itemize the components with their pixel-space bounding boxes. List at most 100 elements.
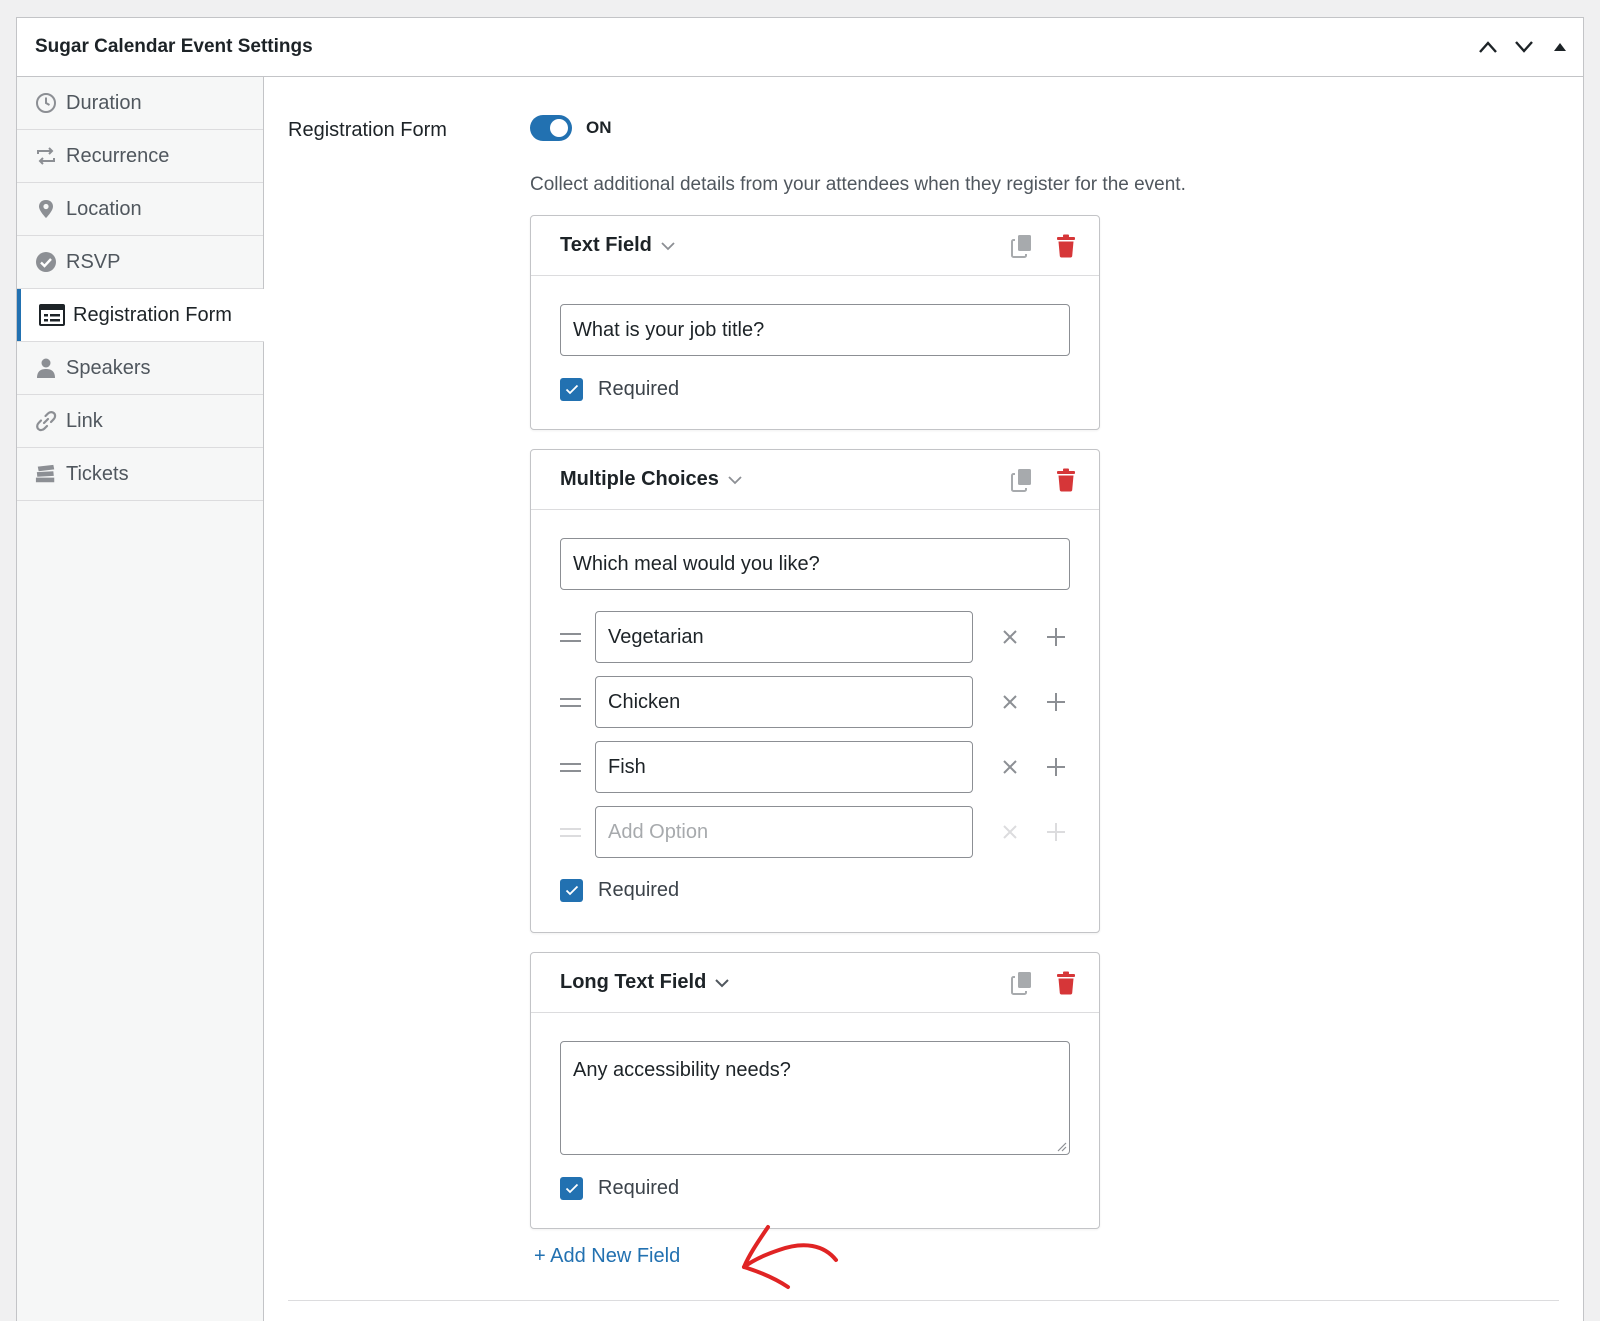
duplicate-field-button[interactable] (1009, 233, 1035, 259)
copy-icon (1011, 235, 1031, 258)
option-input[interactable]: Vegetarian (595, 611, 973, 663)
field-actions (1009, 467, 1079, 493)
sidebar-item-label: Recurrence (66, 144, 170, 167)
sidebar-item-duration[interactable]: Duration (17, 77, 263, 130)
delete-field-button[interactable] (1053, 467, 1079, 493)
drag-handle-icon[interactable] (560, 697, 582, 707)
field-card-body: Any accessibility needs? Required (531, 1013, 1099, 1200)
field-type-label: Long Text Field (560, 971, 707, 993)
toggle-knob (550, 119, 568, 137)
sidebar-item-link[interactable]: Link (17, 395, 263, 448)
move-down-button[interactable] (1509, 32, 1539, 62)
chevron-down-icon (1515, 41, 1533, 53)
duplicate-field-button[interactable] (1009, 970, 1035, 996)
person-icon (35, 357, 57, 379)
drag-handle-icon[interactable] (560, 632, 582, 642)
clock-icon (35, 92, 57, 114)
field-actions (1009, 970, 1079, 996)
required-label: Required (598, 1177, 680, 1199)
move-up-button[interactable] (1473, 32, 1503, 62)
chevron-down-icon (714, 978, 730, 988)
question-input[interactable]: What is your job title? (560, 304, 1070, 356)
field-card-body: Which meal would you like? Vegetarian Ch… (531, 510, 1099, 933)
event-settings-metabox: Sugar Calendar Event Settings Duration R… (16, 17, 1584, 1321)
tickets-icon (35, 463, 57, 485)
add-option-button[interactable] (1043, 624, 1069, 650)
chevron-down-icon (660, 241, 676, 251)
check-circle-icon (35, 251, 57, 273)
field-type-dropdown[interactable]: Text Field (560, 234, 676, 257)
required-checkbox[interactable] (560, 879, 583, 902)
sidebar-item-registration-form[interactable]: Registration Form (17, 289, 264, 342)
triangle-up-icon (1554, 43, 1566, 51)
metabox-controls (1473, 32, 1575, 62)
remove-option-button[interactable] (997, 754, 1023, 780)
registration-form-label: Registration Form (288, 119, 447, 141)
registration-toggle[interactable] (530, 115, 572, 141)
plus-icon (1047, 693, 1065, 711)
sidebar-item-label: Duration (66, 91, 142, 114)
section-divider (288, 1300, 1559, 1301)
delete-field-button[interactable] (1053, 970, 1079, 996)
question-input[interactable]: Which meal would you like? (560, 538, 1070, 590)
sidebar-item-location[interactable]: Location (17, 183, 263, 236)
field-type-label: Multiple Choices (560, 468, 719, 490)
option-row: Fish (560, 741, 1069, 793)
field-type-dropdown[interactable]: Multiple Choices (560, 468, 743, 491)
trash-icon (1057, 971, 1075, 995)
required-row: Required (560, 879, 679, 902)
delete-field-button[interactable] (1053, 233, 1079, 259)
copy-icon (1011, 972, 1031, 995)
checkmark-icon (565, 384, 578, 395)
repeat-icon (35, 145, 57, 167)
required-checkbox[interactable] (560, 378, 583, 401)
field-type-label: Text Field (560, 234, 652, 256)
required-label: Required (598, 378, 680, 400)
form-icon (39, 304, 65, 326)
sidebar-item-rsvp[interactable]: RSVP (17, 236, 263, 289)
trash-icon (1057, 234, 1075, 258)
chevron-down-icon (727, 475, 743, 485)
add-option-button[interactable] (1043, 689, 1069, 715)
annotation-arrow-icon (742, 1225, 838, 1289)
option-input[interactable]: Chicken (595, 676, 973, 728)
sidebar-item-label: Link (66, 409, 103, 432)
link-icon (35, 410, 57, 432)
sidebar-item-label: Tickets (66, 462, 129, 485)
collapse-toggle-button[interactable] (1545, 32, 1575, 62)
option-row: Chicken (560, 676, 1069, 728)
drag-handle-icon (560, 827, 582, 837)
question-text: Any accessibility needs? (573, 1059, 791, 1081)
resize-handle-icon[interactable] (1055, 1140, 1067, 1152)
registration-description: Collect additional details from your att… (530, 174, 1186, 195)
toggle-state-label: ON (586, 118, 612, 137)
sidebar-item-tickets[interactable]: Tickets (17, 448, 263, 501)
plus-icon (1047, 758, 1065, 776)
sidebar-item-recurrence[interactable]: Recurrence (17, 130, 263, 183)
field-type-dropdown[interactable]: Long Text Field (560, 971, 730, 994)
sidebar-item-speakers[interactable]: Speakers (17, 342, 263, 395)
field-card-body: What is your job title? Required (531, 276, 1099, 401)
settings-sidebar: Duration Recurrence Location RSVP Regist… (17, 77, 264, 1321)
option-row: Vegetarian (560, 611, 1069, 663)
field-card-text: Text Field What is your job title? Requi… (530, 215, 1100, 430)
close-icon (1003, 825, 1017, 839)
required-checkbox[interactable] (560, 1177, 583, 1200)
close-icon (1003, 630, 1017, 644)
field-card-multiple-choice: Multiple Choices Which meal would you li… (530, 449, 1100, 933)
remove-option-button[interactable] (997, 624, 1023, 650)
duplicate-field-button[interactable] (1009, 467, 1035, 493)
add-new-field-link[interactable]: + Add New Field (534, 1245, 680, 1268)
checkmark-icon (565, 1183, 578, 1194)
add-option-button[interactable] (1043, 754, 1069, 780)
settings-panel: Registration Form ON Collect additional … (264, 77, 1583, 1321)
new-option-row: Add Option (560, 806, 1069, 858)
add-option-input[interactable]: Add Option (595, 806, 973, 858)
drag-handle-icon[interactable] (560, 762, 582, 772)
question-textarea[interactable]: Any accessibility needs? (560, 1041, 1070, 1155)
option-input[interactable]: Fish (595, 741, 973, 793)
chevron-up-icon (1479, 41, 1497, 53)
sidebar-item-label: Registration Form (73, 303, 232, 326)
location-pin-icon (35, 198, 57, 220)
remove-option-button[interactable] (997, 689, 1023, 715)
